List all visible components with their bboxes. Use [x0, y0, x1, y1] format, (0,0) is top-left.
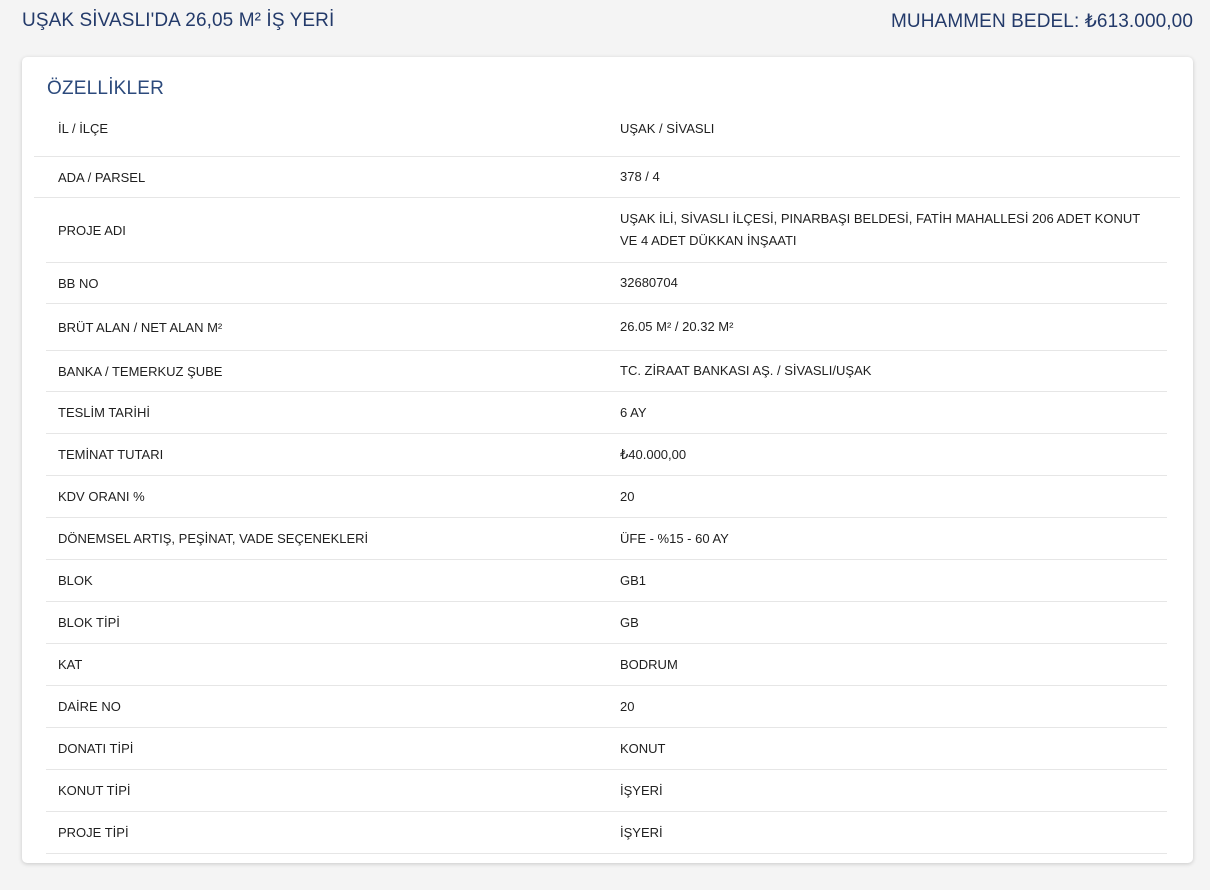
- property-label: KONUT TİPİ: [58, 783, 131, 798]
- property-label: DÖNEMSEL ARTIŞ, PEŞİNAT, VADE SEÇENEKLER…: [58, 531, 369, 546]
- property-label: TEMİNAT TUTARI: [58, 447, 164, 462]
- property-label: İL / İLÇE: [58, 121, 109, 136]
- properties-card: ÖZELLİKLER İL / İLÇE UŞAK / SİVASLI ADA …: [22, 57, 1193, 863]
- property-label: BANKA / TEMERKUZ ŞUBE: [58, 363, 223, 379]
- property-label: KDV ORANI %: [58, 489, 145, 504]
- table-row: KAT BODRUM: [46, 644, 1167, 686]
- property-label: KAT: [58, 657, 83, 672]
- table-row: PROJE ADI UŞAK İLİ, SİVASLI İLÇESİ, PINA…: [46, 198, 1167, 263]
- property-value: KONUT: [620, 740, 666, 756]
- table-row: PROJE TİPİ İŞYERİ: [46, 812, 1167, 854]
- table-row: BANKA / TEMERKUZ ŞUBE TC. ZİRAAT BANKASI…: [46, 351, 1167, 392]
- property-value: 32680704: [620, 275, 678, 290]
- property-label: PROJE TİPİ: [58, 825, 129, 840]
- property-label: BRÜT ALAN / NET ALAN M²: [58, 319, 223, 335]
- property-value: TC. ZİRAAT BANKASI AŞ. / SİVASLI/UŞAK: [620, 363, 872, 378]
- table-row: TEMİNAT TUTARI ₺40.000,00: [46, 434, 1167, 476]
- property-value: GB1: [620, 572, 647, 588]
- property-value: 378 / 4: [620, 169, 660, 184]
- property-value: 20: [620, 698, 635, 714]
- table-row: ADA / PARSEL 378 / 4: [34, 157, 1180, 198]
- property-label: BLOK TİPİ: [58, 615, 120, 630]
- table-row: DONATI TİPİ KONUT: [46, 728, 1167, 770]
- property-value: GB: [620, 614, 639, 630]
- table-row: DAİRE NO 20: [46, 686, 1167, 728]
- property-value: 26.05 M² / 20.32 M²: [620, 319, 734, 334]
- appraised-price: MUHAMMEN BEDEL: ₺613.000,00: [890, 10, 1193, 32]
- property-value: UŞAK İLİ, SİVASLI İLÇESİ, PINARBAŞI BELD…: [620, 211, 1140, 248]
- table-row: BLOK TİPİ GB: [46, 602, 1167, 644]
- table-row: KDV ORANI % 20: [46, 476, 1167, 518]
- property-label: BB NO: [58, 275, 99, 291]
- property-label: TESLİM TARİHİ: [58, 405, 150, 420]
- table-row: BLOK GB1: [46, 560, 1167, 602]
- table-row: BB NO 32680704: [46, 263, 1167, 304]
- table-row: İL / İLÇE UŞAK / SİVASLI: [34, 101, 1180, 157]
- property-label: BLOK: [58, 573, 93, 588]
- property-value: UŞAK / SİVASLI: [620, 120, 715, 136]
- property-label: ADA / PARSEL: [58, 169, 146, 185]
- listing-title: UŞAK SİVASLI'DA 26,05 M² İŞ YERİ: [22, 10, 335, 31]
- property-value: İŞYERİ: [620, 782, 663, 798]
- property-label: PROJE ADI: [58, 222, 126, 238]
- table-row: BRÜT ALAN / NET ALAN M² 26.05 M² / 20.32…: [46, 304, 1167, 351]
- listing-header: UŞAK SİVASLI'DA 26,05 M² İŞ YERİ MUHAMME…: [22, 6, 1193, 36]
- section-title: ÖZELLİKLER: [47, 78, 165, 99]
- property-value: ÜFE - %15 - 60 AY: [620, 530, 729, 546]
- property-value: BODRUM: [620, 656, 678, 672]
- table-row: KONUT TİPİ İŞYERİ: [46, 770, 1167, 812]
- table-row: TESLİM TARİHİ 6 AY: [46, 392, 1167, 434]
- property-value: 20: [620, 488, 635, 504]
- properties-table: İL / İLÇE UŞAK / SİVASLI ADA / PARSEL 37…: [34, 101, 1180, 854]
- property-label: DONATI TİPİ: [58, 741, 134, 756]
- table-row: DÖNEMSEL ARTIŞ, PEŞİNAT, VADE SEÇENEKLER…: [46, 518, 1167, 560]
- property-label: DAİRE NO: [58, 699, 121, 714]
- property-value: 6 AY: [620, 404, 647, 420]
- property-value: ₺40.000,00: [620, 446, 687, 462]
- property-value: İŞYERİ: [620, 824, 663, 840]
